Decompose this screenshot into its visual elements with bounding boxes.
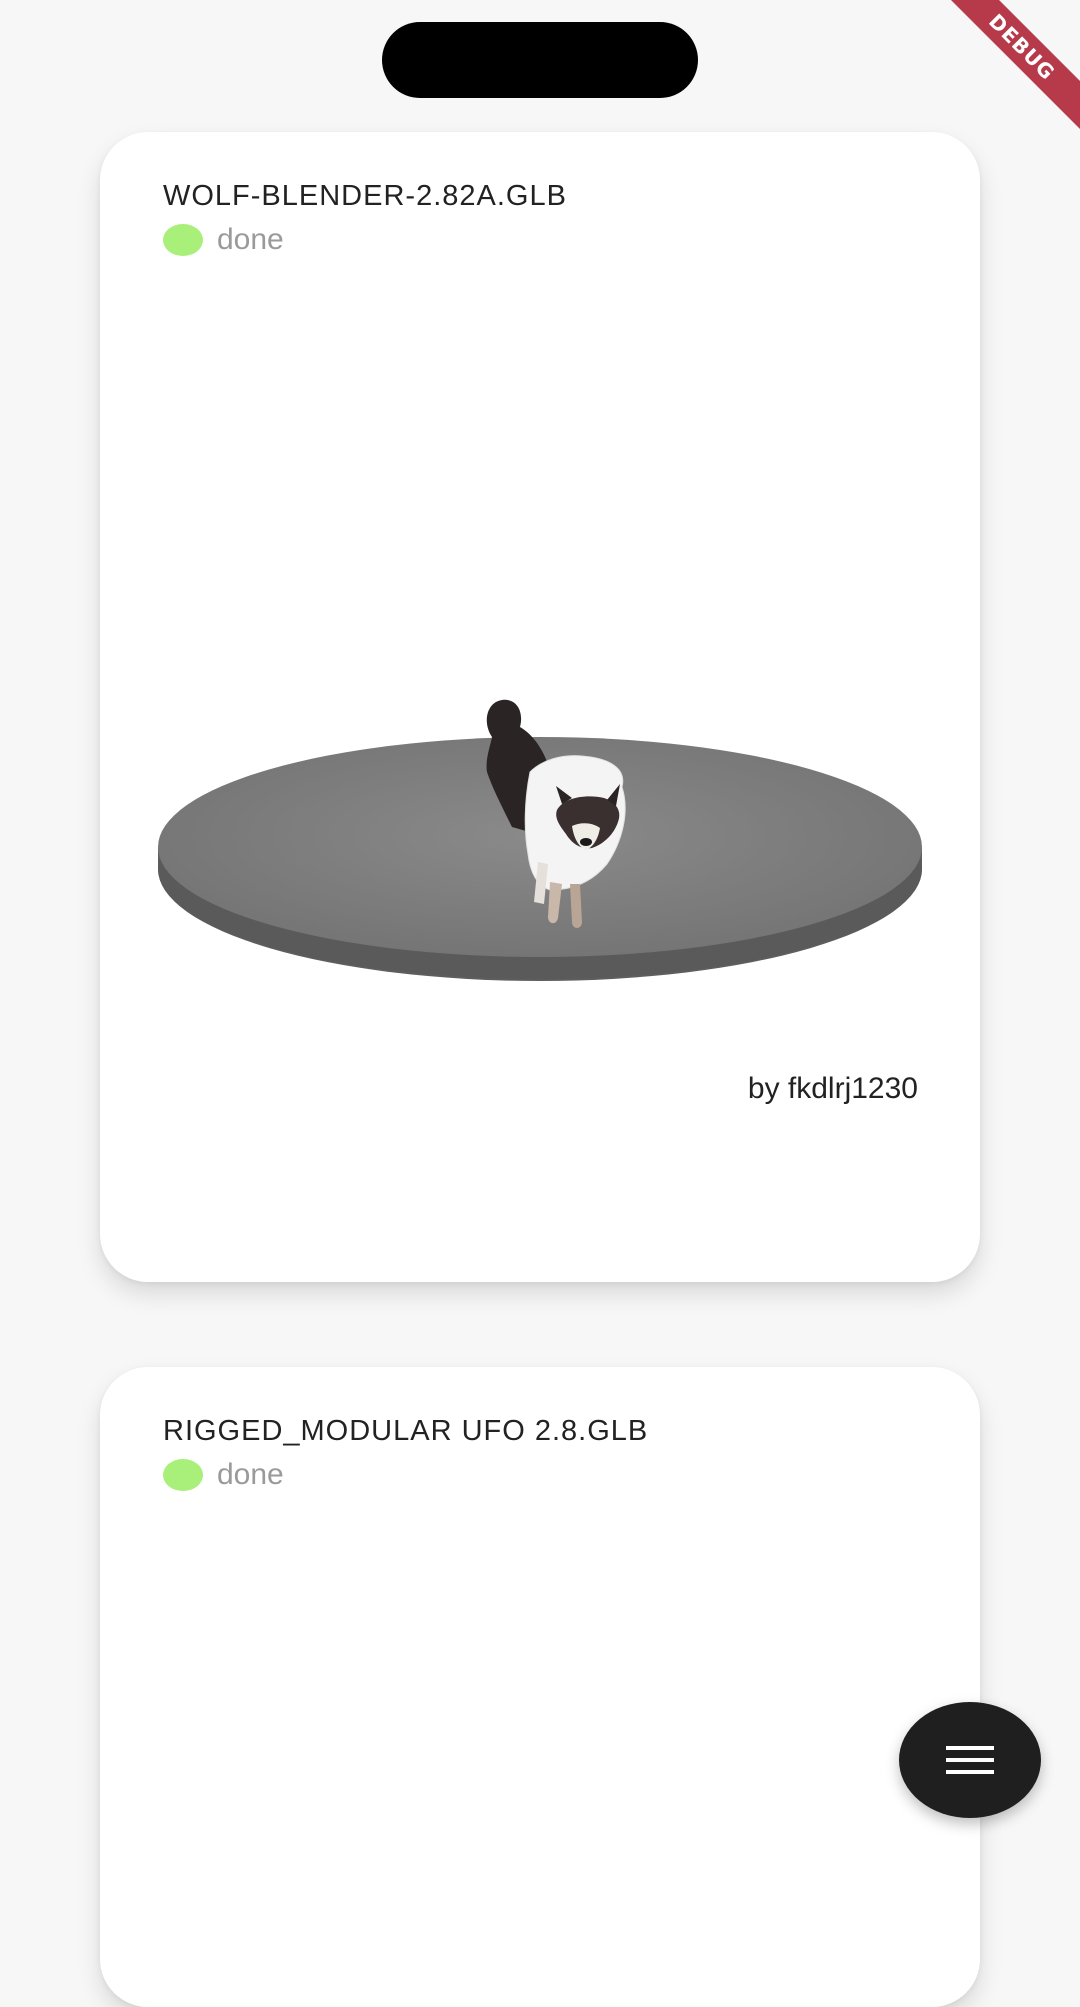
model-viewer[interactable] [152,572,922,1132]
debug-label: DEBUG [932,0,1080,137]
status-text: done [217,1458,284,1491]
menu-button[interactable] [899,1702,1041,1818]
menu-icon [946,1746,994,1774]
status-indicator [163,224,203,256]
model-card[interactable]: WOLF-BLENDER-2.82A.GLB done by fkdlrj123… [100,132,980,1282]
model-card[interactable]: RIGGED_MODULAR UFO 2.8.GLB done [100,1367,980,2007]
model-title: RIGGED_MODULAR UFO 2.8.GLB [163,1415,649,1447]
status-row: done [163,1455,284,1495]
status-row: done [163,220,284,260]
camera-notch [382,22,698,98]
author-label: by fkdlrj1230 [747,1072,918,1105]
status-indicator [163,1459,203,1491]
model-title: WOLF-BLENDER-2.82A.GLB [163,180,567,212]
status-text: done [217,223,284,256]
